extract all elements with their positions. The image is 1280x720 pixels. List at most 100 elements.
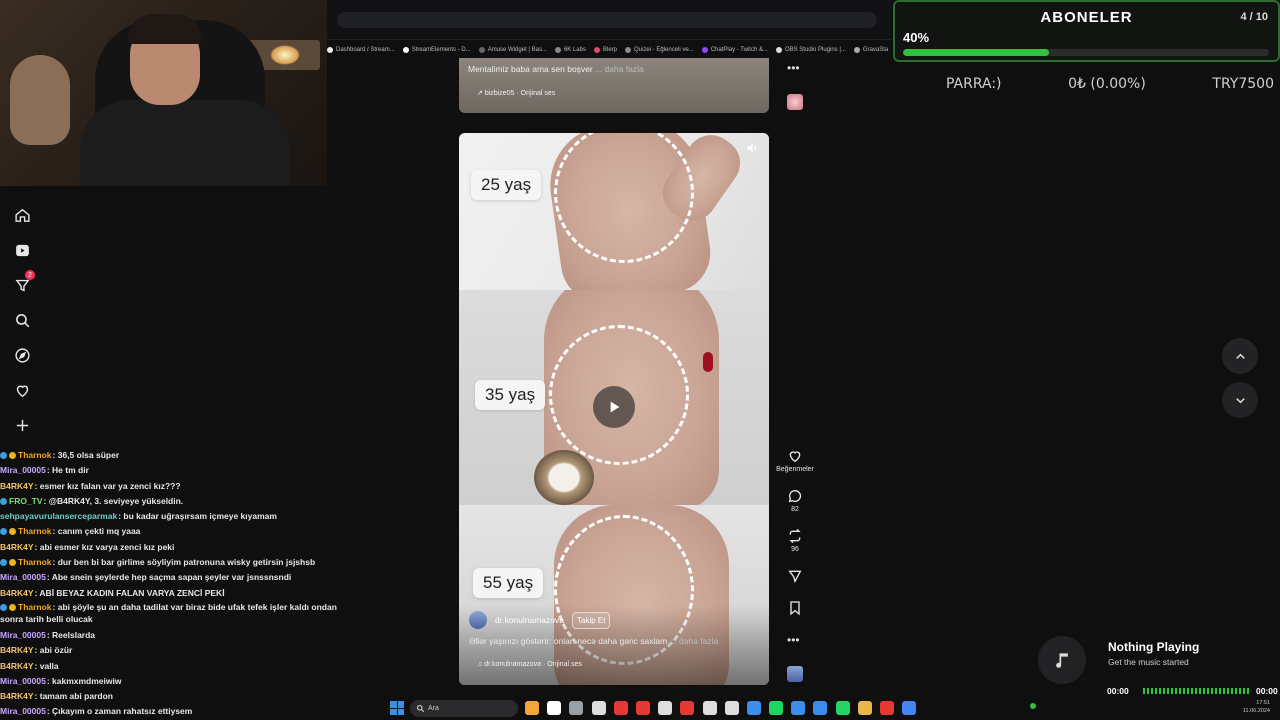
next-video-button[interactable] — [1222, 382, 1258, 418]
taskbar-app-icon[interactable] — [635, 701, 650, 715]
taskbar-app-icon[interactable] — [702, 701, 717, 715]
repost-count: 96 — [791, 546, 799, 553]
chat-username: Mira_00005 — [0, 465, 46, 476]
previous-post-sound-avatar[interactable] — [787, 94, 803, 110]
taskbar-app-icon[interactable] — [835, 701, 850, 715]
chat-message: B4RK4Y: abi özür — [0, 643, 360, 658]
taskbar-app-icon[interactable] — [769, 701, 784, 715]
search-icon — [416, 704, 425, 713]
video-sound[interactable]: ♫ dr.konulnamazova · Orijinal ses — [477, 661, 582, 668]
author-avatar[interactable] — [469, 611, 487, 629]
age-label-1: 25 yaş — [471, 170, 542, 200]
taskbar: Ara 17:51 11.06.2024 — [0, 698, 1280, 720]
plus-icon[interactable] — [12, 415, 32, 435]
subs-progress-track — [903, 49, 1269, 56]
filter-icon[interactable]: 2 — [12, 270, 35, 295]
previous-post[interactable]: Mentalimiz baba ama sen boşver ... daha … — [459, 58, 769, 113]
more-options-icon[interactable]: ••• — [787, 61, 800, 75]
comment-count: 82 — [791, 506, 799, 513]
taskbar-app-icon[interactable] — [569, 701, 584, 715]
bookmark-item[interactable]: Dashboard / Stream... — [327, 47, 395, 53]
previous-post-more-link[interactable]: ... daha fazla — [595, 64, 644, 74]
bookmark-label: Quizei - Eğlenceli ve... — [634, 47, 694, 53]
taskbar-app-icon[interactable] — [791, 701, 806, 715]
parra-goal: TRY7500 — [1212, 76, 1274, 92]
taskbar-app-icon[interactable] — [525, 701, 539, 715]
bookmark-item[interactable]: GravaSta — [853, 47, 888, 53]
previous-post-sound[interactable]: ↗ bizbize05 · Orijinal ses — [477, 89, 555, 97]
subscriber-goal-overlay: ABONELER 4 / 10 40% — [893, 0, 1280, 62]
chat-message: B4RK4Y: esmer kız falan var ya zenci kız… — [0, 479, 360, 494]
bookmark-item[interactable]: StreamElements - D... — [402, 47, 471, 53]
taskbar-app-icon[interactable] — [724, 701, 739, 715]
taskbar-app-icon[interactable] — [680, 701, 695, 715]
music-note-icon: ♫ — [477, 661, 483, 668]
chat-text: : ABİ BEYAZ KADIN FALAN VARYA ZENCİ PEKİ — [34, 587, 225, 598]
search-icon[interactable] — [12, 310, 32, 330]
taskbar-search[interactable]: Ara — [410, 700, 518, 717]
browser-toolbar — [327, 0, 892, 40]
chat-username: B4RK4Y — [0, 645, 34, 656]
chat-message: FRO_TV: @B4RK4Y, 3. seviyeye yükseldin. — [0, 494, 360, 509]
taskbar-app-icon[interactable] — [813, 701, 828, 715]
taskbar-clock[interactable]: 17:51 11.06.2024 — [1243, 699, 1270, 715]
bookmark-item[interactable]: OBS Studio Plugins |... — [775, 47, 846, 53]
video-description-more-link[interactable]: ... daha fazla — [670, 636, 719, 646]
video-description-text: Əllər yaşınızı göstərir: onları necə dah… — [469, 636, 668, 646]
bookmark-label: StreamElements - D... — [411, 47, 471, 53]
video-icon[interactable] — [12, 240, 32, 260]
repost-button[interactable]: 96 — [775, 528, 815, 553]
taskbar-app-icon[interactable] — [746, 701, 761, 715]
comment-button[interactable]: 82 — [775, 488, 815, 513]
share-button[interactable] — [775, 568, 815, 584]
heart-icon[interactable] — [12, 380, 32, 400]
chat-text: : canım çekti mq yaaa — [52, 526, 141, 537]
video-sound-avatar[interactable] — [787, 666, 803, 682]
webcam-lamp — [270, 45, 300, 65]
address-bar[interactable] — [337, 12, 877, 28]
taskbar-apps — [525, 701, 917, 715]
explore-icon[interactable] — [12, 345, 32, 365]
comment-icon — [788, 489, 802, 503]
chat-text: : dur ben bi bar girlime söyliyim patron… — [52, 557, 316, 568]
taskbar-app-icon[interactable] — [658, 701, 673, 715]
bookmark-item[interactable]: Quizei - Eğlenceli ve... — [625, 47, 694, 53]
taskbar-app-icon[interactable] — [880, 701, 894, 715]
chat-message: Tharnok: dur ben bi bar girlime söyliyim… — [0, 555, 360, 570]
nail-image — [703, 352, 713, 372]
video-description: Əllər yaşınızı göstərir: onları necə dah… — [469, 636, 718, 646]
video-player[interactable]: 25 yaş 35 yaş 55 yaş dr.konulnamazova Ta… — [459, 133, 769, 685]
music-time-end: 00:00 — [1256, 686, 1278, 696]
chat-badge-icon — [9, 603, 16, 611]
bookmark-item[interactable]: Amuse Widget | Bas... — [478, 47, 547, 53]
chat-username: sehpayavurulanserceparmak — [0, 511, 118, 522]
taskbar-app-icon[interactable] — [902, 701, 917, 715]
clock-time: 17:51 — [1256, 700, 1270, 706]
chat-badge-icon — [0, 603, 7, 611]
author-name[interactable]: dr.konulnamazova — [495, 615, 564, 625]
like-label: Beğenmeler — [776, 466, 814, 473]
bookmark-favicon-icon — [327, 47, 333, 53]
more-options-icon[interactable]: ••• — [787, 633, 800, 647]
windows-start-icon[interactable] — [390, 701, 404, 715]
parra-label: PARRA:) — [946, 76, 1002, 92]
taskbar-app-icon[interactable] — [591, 701, 606, 715]
bookmark-item[interactable]: Blerp — [594, 47, 617, 53]
home-icon[interactable] — [12, 205, 32, 225]
play-button[interactable] — [593, 386, 635, 428]
status-dot — [1030, 703, 1036, 709]
taskbar-app-icon[interactable] — [547, 701, 562, 715]
parra-value: 0₺ (0.00%) — [1068, 76, 1146, 92]
like-button[interactable]: Beğenmeler — [775, 448, 815, 473]
speaker-icon[interactable] — [745, 141, 759, 155]
bookmark-favicon-icon — [625, 47, 632, 53]
previous-video-button[interactable] — [1222, 338, 1258, 374]
taskbar-search-placeholder: Ara — [428, 705, 439, 712]
webcam-overlay — [0, 0, 327, 186]
taskbar-app-icon[interactable] — [613, 701, 628, 715]
bookmark-item[interactable]: ChatPlay - Twitch &... — [701, 47, 768, 53]
bookmark-item[interactable]: 6K Labs — [554, 47, 586, 53]
taskbar-app-icon[interactable] — [857, 701, 872, 715]
follow-button[interactable]: Takip Et — [572, 611, 611, 629]
save-button[interactable] — [775, 600, 815, 616]
